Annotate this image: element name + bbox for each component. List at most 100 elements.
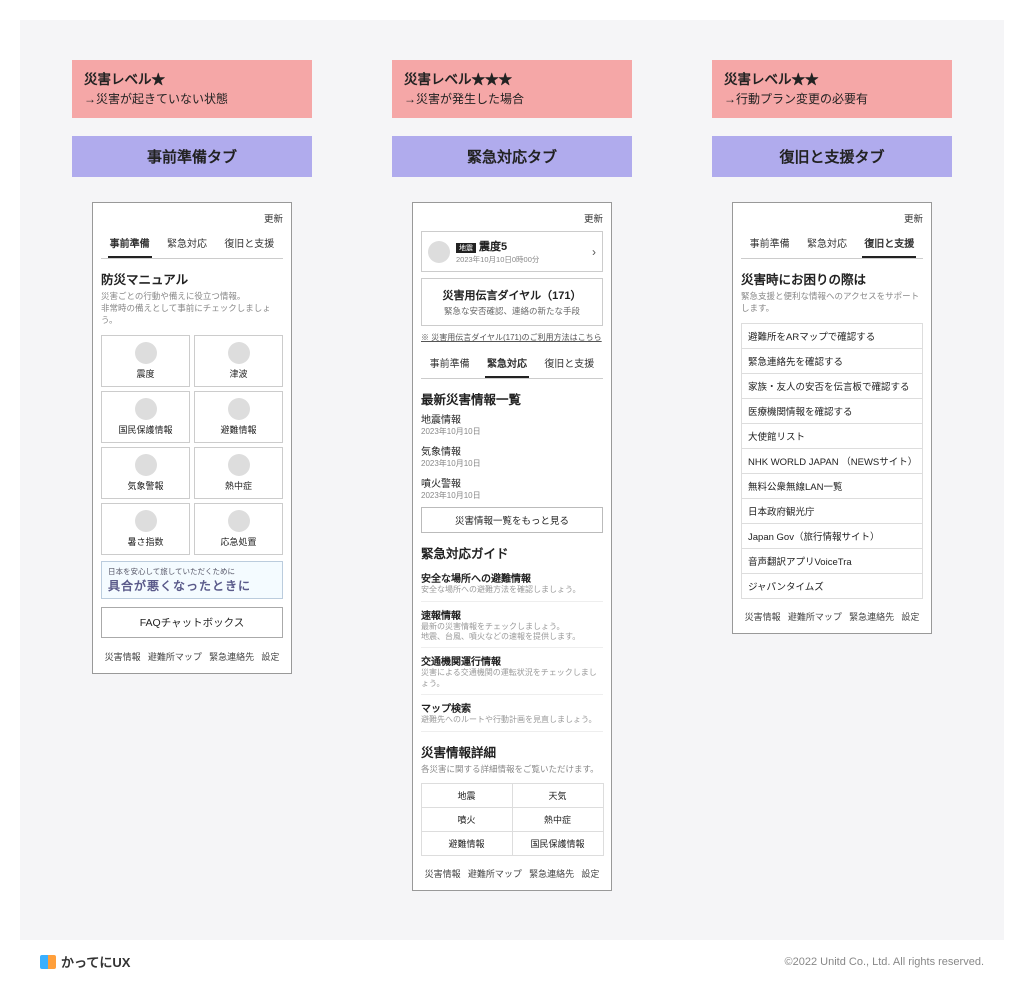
tab-banner: 復旧と支援タブ xyxy=(712,136,952,177)
section-desc: 緊急支援と便利な情報へのアクセスをサポートします。 xyxy=(741,291,923,315)
support-link[interactable]: 音声翻訳アプリVoiceTra xyxy=(741,548,923,574)
nav-map[interactable]: 避難所マップ xyxy=(788,610,842,623)
detail-desc: 各災害に関する詳細情報をご覧いただけます。 xyxy=(421,764,603,776)
tabs: 事前準備 緊急対応 復旧と支援 xyxy=(101,231,283,259)
detail-cell[interactable]: 噴火 xyxy=(421,807,513,832)
tab-emerg[interactable]: 緊急対応 xyxy=(485,351,529,378)
copyright: ©2022 Unitd Co., Ltd. All rights reserve… xyxy=(785,956,984,968)
level-subtitle: →災害が発生した場合 xyxy=(404,90,620,108)
news-title: 最新災害情報一覧 xyxy=(421,389,603,408)
nav-info[interactable]: 災害情報 xyxy=(745,610,781,623)
support-link[interactable]: 日本政府観光庁 xyxy=(741,498,923,524)
level-subtitle: →災害が起きていない状態 xyxy=(84,90,300,108)
tab-recov[interactable]: 復旧と支援 xyxy=(862,231,916,258)
detail-cell[interactable]: 熱中症 xyxy=(512,807,604,832)
news-item[interactable]: 噴火警報2023年10月10日 xyxy=(421,475,603,501)
tab-emerg[interactable]: 緊急対応 xyxy=(805,231,849,258)
tab-banner: 事前準備タブ xyxy=(72,136,312,177)
section-title: 災害時にお困りの際は xyxy=(741,269,923,288)
nav-contact[interactable]: 緊急連絡先 xyxy=(209,650,254,663)
manual-tile[interactable]: 応急処置 xyxy=(194,503,283,555)
tab-emerg[interactable]: 緊急対応 xyxy=(165,231,209,258)
alert-icon xyxy=(428,241,450,263)
manual-tile[interactable]: 国民保護情報 xyxy=(101,391,190,443)
manual-tile[interactable]: 暑さ指数 xyxy=(101,503,190,555)
phone-mock-recov: 更新 事前準備 緊急対応 復旧と支援 災害時にお困りの際は 緊急支援と便利な情報… xyxy=(732,202,932,634)
tile-icon xyxy=(228,454,250,476)
wireframe-canvas: 災害レベル★ →災害が起きていない状態 事前準備タブ 更新 事前準備 緊急対応 … xyxy=(20,20,1004,940)
tabs: 事前準備 緊急対応 復旧と支援 xyxy=(421,351,603,379)
nav-info[interactable]: 災害情報 xyxy=(425,867,461,880)
manual-tile[interactable]: 震度 xyxy=(101,335,190,387)
guide-item[interactable]: マップ検索避難先へのルートや行動計画を見直しましょう。 xyxy=(421,695,603,731)
tile-icon xyxy=(135,510,157,532)
tile-label: 熱中症 xyxy=(197,479,280,492)
manual-tile[interactable]: 避難情報 xyxy=(194,391,283,443)
nav-map[interactable]: 避難所マップ xyxy=(468,867,522,880)
update-label[interactable]: 更新 xyxy=(741,211,923,225)
update-label[interactable]: 更新 xyxy=(421,211,603,225)
manual-tile[interactable]: 熱中症 xyxy=(194,447,283,499)
detail-cell[interactable]: 地震 xyxy=(421,783,513,808)
logo-icon xyxy=(40,955,56,969)
tab-prep[interactable]: 事前準備 xyxy=(428,351,472,378)
section-title: 防災マニュアル xyxy=(101,269,283,288)
dial-171-link[interactable]: ※ 災害用伝言ダイヤル(171)のご利用方法はこちら xyxy=(421,332,603,343)
level-subtitle: →行動プラン変更の必要有 xyxy=(724,90,940,108)
detail-cell[interactable]: 天気 xyxy=(512,783,604,808)
update-label[interactable]: 更新 xyxy=(101,211,283,225)
level-title: 災害レベル★ xyxy=(84,70,300,90)
phone-mock-emerg: 更新 地震震度5 2023年10月10日0時00分 › 災害用伝言ダイヤル（17… xyxy=(412,202,612,891)
tab-prep[interactable]: 事前準備 xyxy=(748,231,792,258)
nav-settings[interactable]: 設定 xyxy=(581,867,599,880)
guide-item[interactable]: 交通機関運行情報災害による交通機関の運転状況をチェックしましょう。 xyxy=(421,648,603,695)
tile-icon xyxy=(228,510,250,532)
more-news-button[interactable]: 災害情報一覧をもっと見る xyxy=(421,507,603,533)
tile-icon xyxy=(228,342,250,364)
manual-tile[interactable]: 津波 xyxy=(194,335,283,387)
column-prep: 災害レベル★ →災害が起きていない状態 事前準備タブ 更新 事前準備 緊急対応 … xyxy=(52,60,332,900)
nav-settings[interactable]: 設定 xyxy=(901,610,919,623)
tab-recov[interactable]: 復旧と支援 xyxy=(222,231,276,258)
alert-tag: 地震 xyxy=(456,243,476,253)
nav-settings[interactable]: 設定 xyxy=(261,650,279,663)
nav-contact[interactable]: 緊急連絡先 xyxy=(529,867,574,880)
news-item[interactable]: 地震情報2023年10月10日 xyxy=(421,411,603,437)
detail-cell[interactable]: 避難情報 xyxy=(421,831,513,856)
dial-171-card[interactable]: 災害用伝言ダイヤル（171） 緊急な安否確認、連絡の新たな手段 xyxy=(421,278,603,326)
tab-prep[interactable]: 事前準備 xyxy=(108,231,152,258)
nav-contact[interactable]: 緊急連絡先 xyxy=(849,610,894,623)
level-title: 災害レベル★★ xyxy=(724,70,940,90)
tile-icon xyxy=(135,398,157,420)
support-link[interactable]: ジャパンタイムズ xyxy=(741,573,923,599)
level-banner: 災害レベル★★★ →災害が発生した場合 xyxy=(392,60,632,118)
tab-recov[interactable]: 復旧と支援 xyxy=(542,351,596,378)
faq-button[interactable]: FAQチャットボックス xyxy=(101,607,283,638)
news-item[interactable]: 気象情報2023年10月10日 xyxy=(421,443,603,469)
detail-title: 災害情報詳細 xyxy=(421,742,603,761)
bottom-nav: 災害情報 避難所マップ 緊急連絡先 設定 xyxy=(421,867,603,880)
support-link[interactable]: 家族・友人の安否を伝言板で確認する xyxy=(741,373,923,399)
nav-map[interactable]: 避難所マップ xyxy=(148,650,202,663)
brand: かってにUX xyxy=(40,952,130,971)
bottom-nav: 災害情報 避難所マップ 緊急連絡先 設定 xyxy=(101,650,283,663)
ad-banner[interactable]: 日本を安心して旅していただくために 具合が悪くなったときに xyxy=(101,561,283,599)
guide-item[interactable]: 速報情報最新の災害情報をチェックしましょう。地震、台風、噴火などの速報を提供しま… xyxy=(421,602,603,649)
support-link[interactable]: 無料公衆無線LAN一覧 xyxy=(741,473,923,499)
alert-card[interactable]: 地震震度5 2023年10月10日0時00分 › xyxy=(421,231,603,272)
support-link[interactable]: 避難所をARマップで確認する xyxy=(741,323,923,349)
tab-banner: 緊急対応タブ xyxy=(392,136,632,177)
support-link[interactable]: 大使館リスト xyxy=(741,423,923,449)
support-link[interactable]: 医療機関情報を確認する xyxy=(741,398,923,424)
tile-label: 暑さ指数 xyxy=(104,535,187,548)
manual-tile[interactable]: 気象警報 xyxy=(101,447,190,499)
support-link[interactable]: NHK WORLD JAPAN （NEWSサイト） xyxy=(741,448,923,474)
support-link[interactable]: 緊急連絡先を確認する xyxy=(741,348,923,374)
tile-icon xyxy=(135,454,157,476)
nav-info[interactable]: 災害情報 xyxy=(105,650,141,663)
column-recov: 災害レベル★★ →行動プラン変更の必要有 復旧と支援タブ 更新 事前準備 緊急対… xyxy=(692,60,972,900)
support-link[interactable]: Japan Gov（旅行情報サイト） xyxy=(741,523,923,549)
guide-item[interactable]: 安全な場所への避難情報安全な場所への避難方法を確認しましょう。 xyxy=(421,565,603,601)
level-title: 災害レベル★★★ xyxy=(404,70,620,90)
detail-cell[interactable]: 国民保護情報 xyxy=(512,831,604,856)
